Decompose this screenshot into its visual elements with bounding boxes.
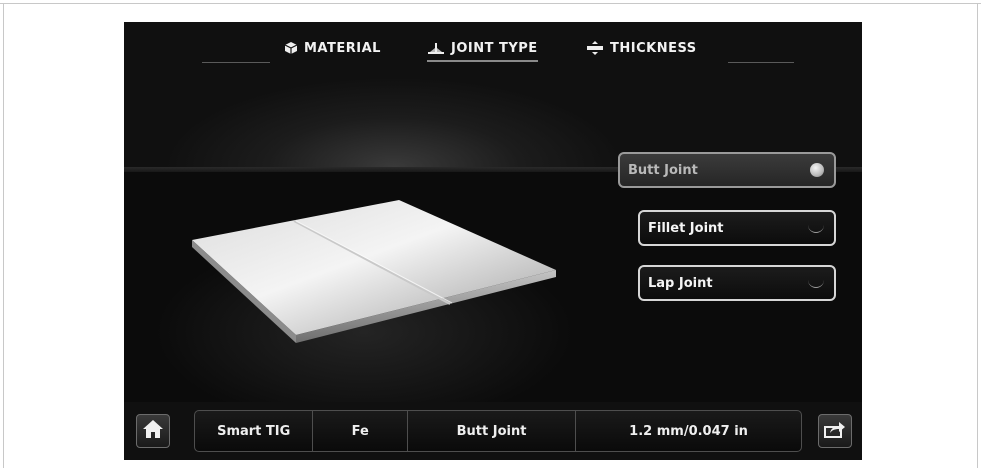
option-lap-joint[interactable]: Lap Joint [638,265,836,301]
status-bar: Smart TIG Fe Butt Joint 1.2 mm/0.047 in [194,410,802,452]
joint-icon [427,41,445,55]
home-icon [142,419,164,443]
option-label: Fillet Joint [648,220,724,236]
status-thickness: 1.2 mm/0.047 in [629,423,748,439]
status-material: Fe [313,411,408,451]
share-icon [823,419,847,443]
tab-thickness[interactable]: THICKNESS [586,38,697,58]
frame-top-border [0,3,981,4]
option-label: Butt Joint [628,162,698,178]
tab-label: MATERIAL [304,40,381,56]
frame-left-border [3,3,4,468]
tab-bar: MATERIAL JOINT TYPE THICKNESS [124,22,862,66]
radio-selected-icon [810,163,824,177]
radio-unselected-icon [808,279,824,288]
tab-divider [728,62,794,63]
tab-label: JOINT TYPE [451,40,538,56]
status-joint: Butt Joint [408,411,577,451]
tab-label: THICKNESS [610,40,697,56]
option-butt-joint[interactable]: Butt Joint [618,152,836,188]
home-button[interactable] [136,414,170,448]
tab-joint-type[interactable]: JOINT TYPE [427,38,538,62]
radio-unselected-icon [808,224,824,233]
frame-right-border [977,3,978,468]
cube-icon [284,41,298,55]
share-button[interactable] [818,414,852,448]
thickness-icon [586,41,604,55]
tab-material[interactable]: MATERIAL [284,38,381,58]
butt-joint-plate-illustration [192,200,556,343]
option-label: Lap Joint [648,275,713,291]
tab-divider [202,62,270,63]
option-fillet-joint[interactable]: Fillet Joint [638,210,836,246]
device-screen: MATERIAL JOINT TYPE THICKNESS Butt Joint… [124,22,862,460]
status-process: Smart TIG [195,411,314,451]
